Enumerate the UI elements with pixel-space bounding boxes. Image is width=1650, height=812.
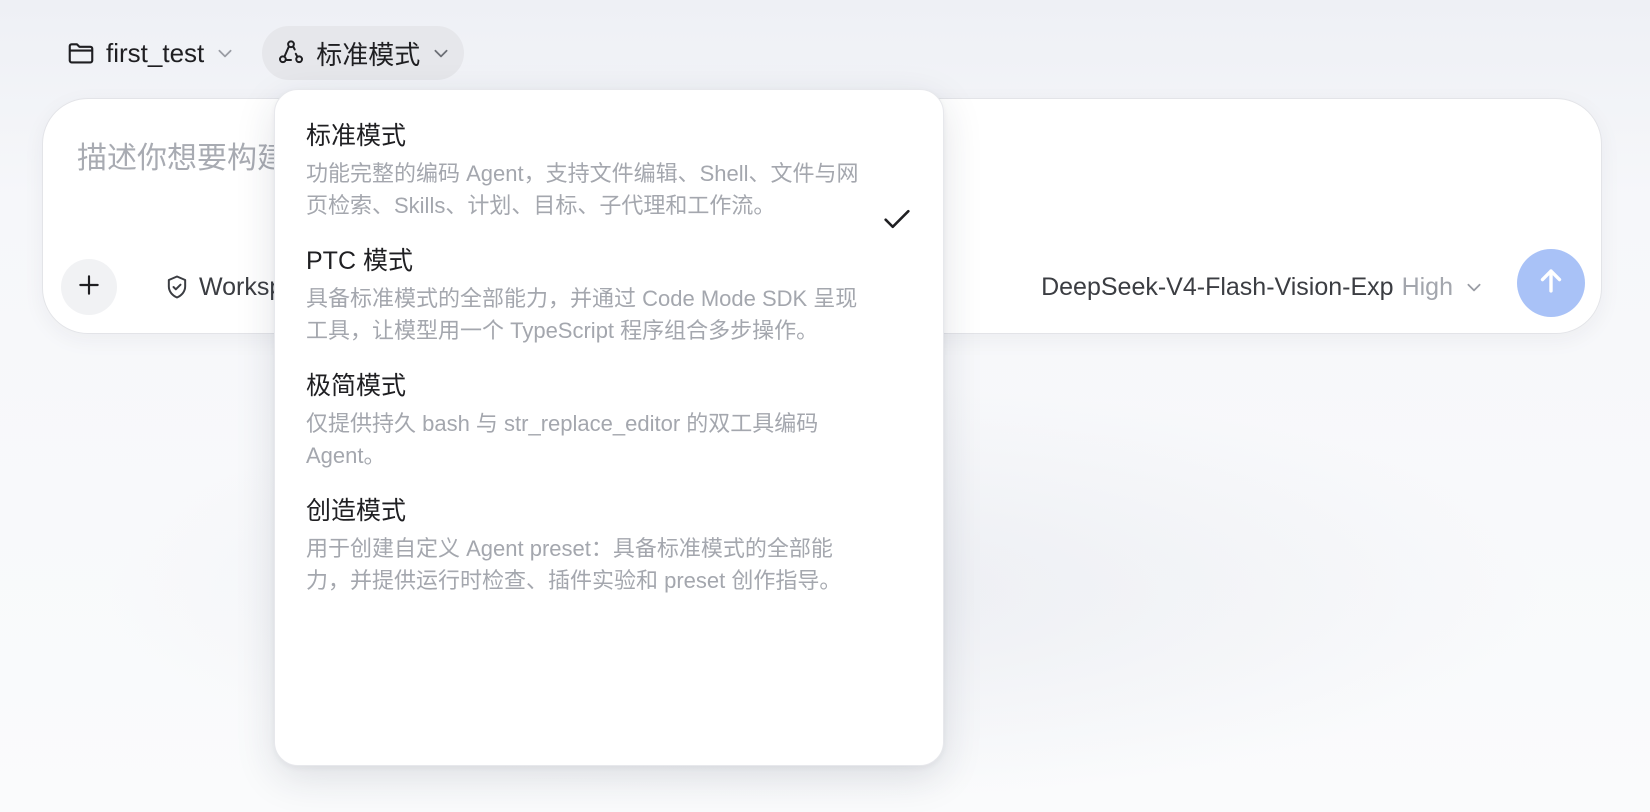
chevron-down-icon xyxy=(432,44,450,62)
chevron-down-icon xyxy=(1465,278,1483,296)
arrow-up-icon xyxy=(1534,264,1568,303)
mode-option-creative[interactable]: 创造模式 用于创建自定义 Agent preset：具备标准模式的全部能力，并提… xyxy=(275,495,943,597)
add-attachment-button[interactable] xyxy=(61,259,117,315)
model-selector[interactable]: DeepSeek-V4-Flash-Vision-Exp High xyxy=(1041,269,1483,305)
project-label: first_test xyxy=(106,37,205,68)
mode-dropdown-menu: 标准模式 功能完整的编码 Agent，支持文件编辑、Shell、文件与网页检索、… xyxy=(274,89,944,766)
option-description: 用于创建自定义 Agent preset：具备标准模式的全部能力，并提供运行时检… xyxy=(306,536,842,593)
option-title: 创造模式 xyxy=(306,497,407,525)
option-description: 功能完整的编码 Agent，支持文件编辑、Shell、文件与网页检索、Skill… xyxy=(306,161,859,218)
agent-nodes-icon xyxy=(276,38,306,68)
mode-option-minimal[interactable]: 极简模式 仅提供持久 bash 与 str_replace_editor 的双工… xyxy=(275,370,943,472)
effort-level: High xyxy=(1401,272,1453,301)
workspace-selector[interactable]: Workspace xyxy=(163,269,283,305)
option-description: 仅提供持久 bash 与 str_replace_editor 的双工具编码 A… xyxy=(306,411,819,468)
option-title: 标准模式 xyxy=(306,122,407,150)
mode-option-ptc[interactable]: PTC 模式 具备标准模式的全部能力，并通过 Code Mode SDK 呈现工… xyxy=(275,245,943,347)
checkmark-icon xyxy=(880,202,914,236)
top-bar: first_test 标准模式 xyxy=(52,26,465,80)
shield-check-icon xyxy=(163,273,191,301)
option-title: 极简模式 xyxy=(306,372,407,400)
workspace-label: Workspace xyxy=(199,272,283,301)
model-name: DeepSeek-V4-Flash-Vision-Exp xyxy=(1041,272,1394,301)
mode-selector[interactable]: 标准模式 xyxy=(262,26,465,80)
option-description: 具备标准模式的全部能力，并通过 Code Mode SDK 呈现工具，让模型用一… xyxy=(306,286,858,343)
send-button[interactable] xyxy=(1517,249,1585,317)
mode-option-standard[interactable]: 标准模式 功能完整的编码 Agent，支持文件编辑、Shell、文件与网页检索、… xyxy=(275,120,943,229)
mode-label: 标准模式 xyxy=(316,39,421,70)
plus-icon xyxy=(76,272,102,303)
option-title: PTC 模式 xyxy=(306,247,413,275)
project-selector[interactable]: first_test xyxy=(52,26,248,80)
chevron-down-icon xyxy=(216,44,234,62)
folder-icon xyxy=(66,38,96,68)
